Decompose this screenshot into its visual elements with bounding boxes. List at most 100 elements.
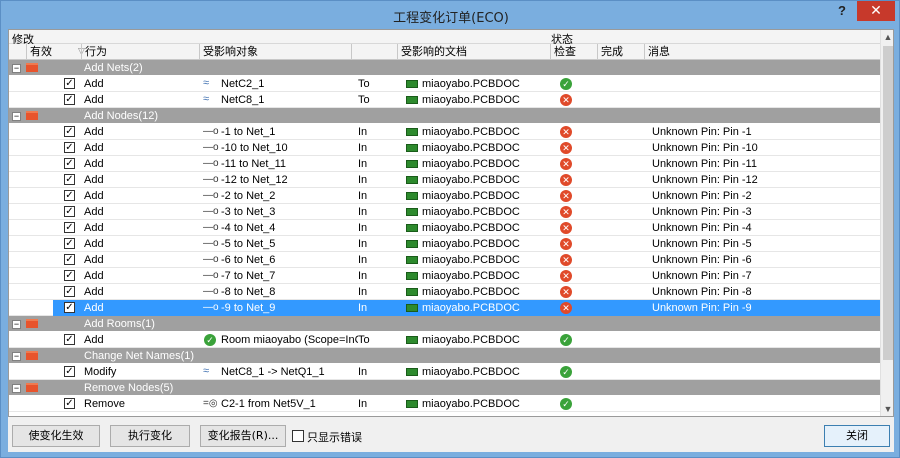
table-row[interactable]: ✓ Add —o -2 to Net_2 In miaoyabo.PCBDOC ✕ Unkno…: [9, 188, 880, 204]
object-cell: -11 to Net_11: [221, 158, 287, 170]
table-row[interactable]: ✓ Modify ≈ NetC8_1 -> NetQ1_1 In miaoyabo.PCB…: [9, 364, 880, 380]
node-icon: —o: [203, 270, 219, 281]
enabled-checkbox[interactable]: ✓: [64, 254, 75, 265]
group-row[interactable]: − Add Rooms(1): [9, 316, 880, 332]
table-row[interactable]: ✓ Add —o -3 to Net_3 In miaoyabo.PCBDOC ✕ Unkno…: [9, 204, 880, 220]
table-row[interactable]: ✓ Add —o -6 to Net_6 In miaoyabo.PCBDOC ✕ Unkno…: [9, 252, 880, 268]
col-relation[interactable]: [351, 44, 397, 60]
close-button[interactable]: 关闭: [824, 425, 890, 447]
close-window-button[interactable]: ✕: [857, 1, 895, 21]
group-row[interactable]: − Add Nets(2): [9, 60, 880, 76]
enabled-checkbox[interactable]: ✓: [64, 334, 75, 345]
node-icon: —o: [203, 222, 219, 233]
help-button[interactable]: ?: [827, 1, 857, 21]
check-ok-icon: ✓: [560, 398, 572, 410]
col-document[interactable]: 受影响的文档: [397, 44, 550, 60]
message-cell: Unknown Pin: Pin -12: [652, 174, 758, 186]
object-cell: -2 to Net_2: [221, 190, 276, 202]
table-row[interactable]: ✓ Add ≈ NetC2_1 To miaoyabo.PCBDOC ✓: [9, 76, 880, 92]
table-row[interactable]: ✓ Add —o -12 to Net_12 In miaoyabo.PCBDOC ✕ Unk…: [9, 172, 880, 188]
enabled-checkbox[interactable]: ✓: [64, 174, 75, 185]
enabled-checkbox[interactable]: ✓: [64, 142, 75, 153]
col-done[interactable]: 完成: [597, 44, 644, 60]
col-action[interactable]: 行为: [81, 44, 199, 60]
folder-icon: [26, 63, 38, 72]
enabled-checkbox[interactable]: ✓: [64, 206, 75, 217]
table-row[interactable]: ✓ Add —o -10 to Net_10 In miaoyabo.PCBDOC ✕ Unk…: [9, 140, 880, 156]
scroll-up-icon[interactable]: ▲: [881, 30, 893, 44]
scroll-thumb[interactable]: [883, 46, 893, 360]
object-cell: NetC8_1 -> NetQ1_1: [221, 366, 325, 378]
check-error-icon: ✕: [560, 302, 572, 314]
only-errors-label: 只显示错误: [307, 431, 362, 444]
collapse-icon[interactable]: −: [12, 352, 21, 361]
table-row[interactable]: ✓ Add —o -1 to Net_1 In miaoyabo.PCBDOC ✕ Unkno…: [9, 124, 880, 140]
enabled-checkbox[interactable]: ✓: [64, 94, 75, 105]
document-cell: miaoyabo.PCBDOC: [422, 190, 520, 202]
validate-changes-button[interactable]: 使变化生效: [12, 425, 100, 447]
title-bar[interactable]: 工程变化订单(ECO) ? ✕: [1, 1, 900, 29]
vertical-scrollbar[interactable]: ▲ ▼: [880, 30, 893, 416]
message-cell: [652, 76, 877, 92]
table-row[interactable]: ✓ Add ≈ NetC8_1 To miaoyabo.PCBDOC ✕: [9, 92, 880, 108]
table-row-selected[interactable]: ✓ Add —o -9 to Net_9 In miaoyabo.PCBDOC ✕ Unkno…: [9, 300, 880, 316]
table-row[interactable]: ✓ Add —o -4 to Net_4 In miaoyabo.PCBDOC ✕ Unkno…: [9, 220, 880, 236]
collapse-icon[interactable]: −: [12, 64, 21, 73]
enabled-checkbox[interactable]: ✓: [64, 78, 75, 89]
message-cell: Unknown Pin: Pin -5: [652, 238, 752, 250]
collapse-icon[interactable]: −: [12, 384, 21, 393]
scroll-down-icon[interactable]: ▼: [881, 402, 893, 416]
enabled-checkbox[interactable]: ✓: [64, 302, 75, 313]
remove-node-icon: =◎: [203, 398, 218, 409]
node-icon: —o: [203, 206, 219, 217]
col-message[interactable]: 消息: [644, 44, 880, 60]
relation-cell: To: [358, 334, 370, 346]
document-cell: miaoyabo.PCBDOC: [422, 366, 520, 378]
col-object[interactable]: 受影响对象: [199, 44, 351, 60]
relation-cell: To: [358, 94, 370, 106]
collapse-icon[interactable]: −: [12, 320, 21, 329]
only-errors-box[interactable]: [292, 430, 304, 442]
group-row[interactable]: − Add Nodes(12): [9, 108, 880, 124]
collapse-icon[interactable]: −: [12, 112, 21, 121]
change-report-button[interactable]: 变化报告(R)...: [200, 425, 286, 447]
table-row[interactable]: ✓ Add —o -7 to Net_7 In miaoyabo.PCBDOC ✕ Unkno…: [9, 268, 880, 284]
action-cell: Add: [84, 126, 104, 138]
eco-dialog: 工程变化订单(ECO) ? ✕ 修改 状态 有效 ▽ 行为 受影响对象 受影响的…: [0, 0, 900, 458]
table-row[interactable]: ✓ Add —o -11 to Net_11 In miaoyabo.PCBDOC ✕ Unk…: [9, 156, 880, 172]
enabled-checkbox[interactable]: ✓: [64, 158, 75, 169]
message-cell: Unknown Pin: Pin -9: [652, 302, 752, 314]
object-cell: -6 to Net_6: [221, 254, 276, 266]
enabled-checkbox[interactable]: ✓: [64, 222, 75, 233]
enabled-checkbox[interactable]: ✓: [64, 126, 75, 137]
pcb-document-icon: [406, 96, 418, 104]
col-enabled[interactable]: 有效 ▽: [26, 44, 85, 60]
object-cell: -3 to Net_3: [221, 206, 276, 218]
enabled-checkbox[interactable]: ✓: [64, 398, 75, 409]
enabled-checkbox[interactable]: ✓: [64, 238, 75, 249]
object-cell: -10 to Net_10: [221, 142, 288, 154]
table-row[interactable]: ✓ Add —o -5 to Net_5 In miaoyabo.PCBDOC ✕ Unkno…: [9, 236, 880, 252]
enabled-checkbox[interactable]: ✓: [64, 366, 75, 377]
relation-cell: In: [358, 222, 368, 234]
table-row[interactable]: ✓ Add ✓ Room miaoyabo (Scope=InCompTo miaoya…: [9, 332, 880, 348]
group-label: Add Rooms(1): [84, 318, 155, 330]
folder-icon: [26, 111, 38, 120]
enabled-checkbox[interactable]: ✓: [64, 286, 75, 297]
message-cell: Unknown Pin: Pin -10: [652, 142, 758, 154]
check-error-icon: ✕: [560, 254, 572, 266]
execute-changes-button[interactable]: 执行变化: [110, 425, 190, 447]
group-row[interactable]: − Change Net Names(1): [9, 348, 880, 364]
action-cell: Add: [84, 206, 104, 218]
group-row[interactable]: − Remove Nodes(5): [9, 380, 880, 396]
table-row[interactable]: ✓ Add —o -8 to Net_8 In miaoyabo.PCBDOC ✕ Unkno…: [9, 284, 880, 300]
table-row[interactable]: ✓ Remove =◎ C2-1 from Net5V_1 In miaoyabo.PCB…: [9, 396, 880, 412]
message-cell: [652, 364, 877, 380]
enabled-checkbox[interactable]: ✓: [64, 270, 75, 281]
enabled-checkbox[interactable]: ✓: [64, 190, 75, 201]
group-label: Add Nodes(12): [84, 110, 158, 122]
col-check[interactable]: 检查: [550, 44, 597, 60]
folder-icon: [26, 351, 38, 360]
message-cell: Unknown Pin: Pin -6: [652, 254, 752, 266]
check-error-icon: ✕: [560, 158, 572, 170]
